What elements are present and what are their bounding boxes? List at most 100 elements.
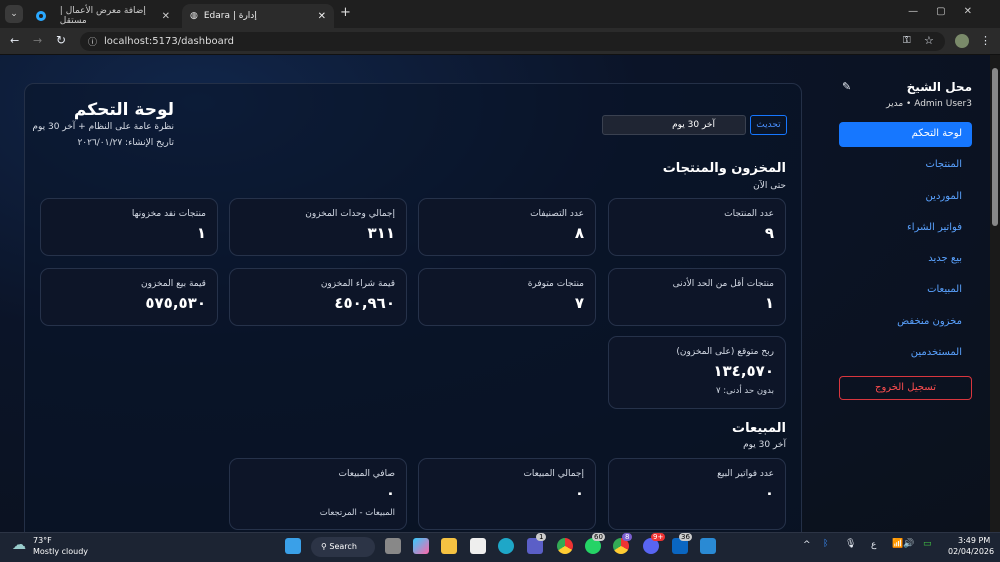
- stat-note: المبيعات - المرتجعات: [319, 508, 395, 518]
- language-indicator[interactable]: ع: [871, 540, 876, 550]
- stat-value: ٣١١: [367, 224, 395, 242]
- sidebar-item-users[interactable]: المستخدمين: [911, 347, 962, 358]
- stat-value: ١٣٤,٥٧٠: [713, 362, 774, 380]
- weather-icon[interactable]: ☁: [12, 537, 26, 553]
- taskbar-search[interactable]: ⚲ Search: [311, 537, 375, 557]
- url-text: localhost:5173/dashboard: [104, 36, 234, 47]
- stat-label: إجمالي وحدات المخزون: [305, 209, 395, 219]
- search-label: Search: [329, 542, 357, 551]
- user-info: Admin User3 • مدير: [886, 99, 972, 109]
- clock-date[interactable]: 02/04/2026: [948, 547, 994, 556]
- sidebar-item-dashboard[interactable]: لوحة التحكم: [839, 122, 972, 147]
- tab-title: إضافة معرض الأعمال | مستقل: [59, 6, 146, 26]
- logout-button[interactable]: تسجيل الخروج: [839, 376, 972, 400]
- close-tab-icon[interactable]: ✕: [318, 11, 326, 22]
- whatsapp-badge: 60: [592, 533, 605, 541]
- stat-label: منتجات نفد مخزونها: [131, 209, 206, 219]
- stat-card-available: منتجات متوفرة ٧: [418, 268, 596, 326]
- stat-label: ربح متوقع (على المخزون): [676, 347, 774, 357]
- stat-value: ٠: [574, 484, 584, 502]
- inventory-section-title: المخزون والمنتجات: [662, 161, 786, 176]
- refresh-button[interactable]: تحديث: [750, 115, 787, 135]
- stat-value: ٠: [764, 484, 774, 502]
- back-icon[interactable]: ←: [10, 34, 19, 47]
- stat-value: ٧: [574, 294, 584, 312]
- stat-label: عدد فواتير البيع: [717, 469, 774, 479]
- file-explorer-icon[interactable]: [441, 538, 457, 554]
- bookmark-star-icon[interactable]: ☆: [924, 34, 934, 47]
- vscode-icon[interactable]: [700, 538, 716, 554]
- task-view-icon[interactable]: [385, 538, 401, 554]
- edge-icon[interactable]: [498, 538, 514, 554]
- sidebar-item-low-stock[interactable]: مخزون منخفض: [897, 316, 962, 327]
- stat-card-sales-invoices: عدد فواتير البيع ٠: [608, 458, 786, 530]
- profile-avatar[interactable]: [955, 34, 969, 48]
- tab-mostaql[interactable]: إضافة معرض الأعمال | مستقل ✕: [28, 4, 178, 28]
- close-tab-icon[interactable]: ✕: [162, 11, 170, 22]
- stat-value: ١: [196, 224, 206, 242]
- stat-note: بدون حد أدنى: ٧: [715, 386, 774, 396]
- wifi-volume-icons[interactable]: 📶🔊: [892, 539, 914, 549]
- stat-value: ٨: [574, 224, 584, 242]
- url-bar[interactable]: ⓘ localhost:5173/dashboard: [80, 32, 945, 51]
- reload-icon[interactable]: ↻: [56, 33, 66, 47]
- period-select[interactable]: آخر 30 يوم: [602, 115, 746, 135]
- stat-value: ٥٧٥,٥٣٠: [145, 294, 206, 312]
- page-title: لوحة التحكم: [73, 100, 174, 120]
- sidebar-item-products[interactable]: المنتجات: [925, 159, 962, 170]
- stat-label: عدد المنتجات: [724, 209, 774, 219]
- menu-icon[interactable]: ⋮: [980, 34, 991, 47]
- stat-label: منتجات متوفرة: [527, 279, 584, 289]
- clock-time[interactable]: 3:49 PM: [958, 536, 990, 545]
- stat-label: منتجات أقل من الحد الأدنى: [672, 279, 774, 289]
- window-controls[interactable]: —▢✕: [908, 6, 990, 17]
- microphone-icon[interactable]: 🎙: [845, 539, 856, 549]
- created-date: تاريخ الإنشاء: ٢٠٢٦/٠١/٢٧: [77, 138, 174, 148]
- stat-label: إجمالي المبيعات: [523, 469, 584, 479]
- tab-edara[interactable]: ◍ Edara | إدارة ✕: [182, 4, 334, 28]
- start-icon[interactable]: [285, 538, 301, 554]
- chrome-icon[interactable]: [557, 538, 573, 554]
- key-icon[interactable]: ⚿: [903, 35, 911, 46]
- stat-card-sale-value: قيمة بيع المخزون ٥٧٥,٥٣٠: [40, 268, 218, 326]
- forward-icon[interactable]: →: [33, 34, 42, 47]
- sales-section-title: المبيعات: [732, 421, 786, 436]
- shop-name: محل الشيخ: [906, 80, 972, 94]
- stat-card-below-minimum: منتجات أقل من الحد الأدنى ١: [608, 268, 786, 326]
- stat-label: عدد التصنيفات: [530, 209, 584, 219]
- store-icon[interactable]: [470, 538, 486, 554]
- browser-tab-bar: ⌄ إضافة معرض الأعمال | مستقل ✕ ◍ Edara |…: [0, 0, 1000, 28]
- edit-icon[interactable]: ✎: [842, 80, 851, 93]
- stat-value: ١: [764, 294, 774, 312]
- inventory-section-subtitle: حتى الآن: [753, 181, 786, 191]
- stat-card-out-of-stock: منتجات نفد مخزونها ١: [40, 198, 218, 256]
- mostaql-favicon-icon: [36, 11, 46, 21]
- sidebar-item-suppliers[interactable]: الموردين: [926, 191, 962, 202]
- stat-label: صافي المبيعات: [338, 469, 395, 479]
- battery-icon[interactable]: ▭: [923, 539, 932, 549]
- weather-temp[interactable]: 73°F: [33, 536, 52, 545]
- bluetooth-icon[interactable]: ᛒ: [823, 539, 828, 549]
- stat-card-total-units: إجمالي وحدات المخزون ٣١١: [229, 198, 407, 256]
- tray-chevron-icon[interactable]: ^: [803, 540, 811, 550]
- sidebar-item-new-sale[interactable]: بيع جديد: [928, 253, 962, 264]
- weather-desc[interactable]: Mostly cloudy: [33, 547, 88, 556]
- new-tab-button[interactable]: +: [340, 5, 351, 20]
- discord-badge: 9+: [651, 533, 666, 541]
- stat-card-products-count: عدد المنتجات ٩: [608, 198, 786, 256]
- scrollbar-thumb[interactable]: [992, 68, 998, 226]
- tab-title: Edara | إدارة: [203, 11, 257, 21]
- page-subtitle: نظرة عامة على النظام + آخر 30 يوم: [32, 122, 174, 132]
- stat-card-purchase-value: قيمة شراء المخزون ٤٥٠,٩٦٠: [229, 268, 407, 326]
- sales-section-subtitle: آخر 30 يوم: [743, 440, 786, 450]
- copilot-icon[interactable]: [413, 538, 429, 554]
- tab-list-button[interactable]: ⌄: [5, 5, 23, 23]
- stat-card-total-sales: إجمالي المبيعات ٠: [418, 458, 596, 530]
- sidebar-item-purchase-invoices[interactable]: فواتير الشراء: [907, 222, 962, 233]
- sidebar-item-sales[interactable]: المبيعات: [927, 284, 962, 295]
- stat-label: قيمة شراء المخزون: [320, 279, 395, 289]
- stat-card-categories-count: عدد التصنيفات ٨: [418, 198, 596, 256]
- stat-value: ٠: [385, 484, 395, 502]
- site-info-icon[interactable]: ⓘ: [88, 35, 97, 48]
- stat-value: ٤٥٠,٩٦٠: [334, 294, 395, 312]
